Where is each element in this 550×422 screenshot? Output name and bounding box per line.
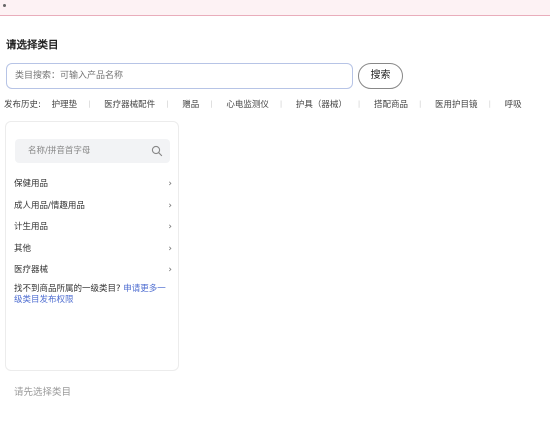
history-item[interactable]: 医疗器械配件 [104, 98, 155, 110]
category-item-other[interactable]: 其他 › [14, 242, 172, 264]
separator: | [166, 100, 169, 108]
category-filter-input[interactable]: 名称/拼音首字母 [15, 139, 170, 163]
category-item-label: 其他 [14, 243, 32, 254]
category-panel: 名称/拼音首字母 保健用品 › 成人用品/情趣用品 › 计生用品 › 其他 › … [5, 121, 179, 371]
history-item[interactable]: 赠品 [182, 98, 199, 110]
separator: | [418, 100, 422, 108]
separator: | [279, 100, 283, 108]
history-item[interactable]: 医用护目镜 [435, 98, 478, 110]
chevron-right-icon: › [168, 265, 172, 275]
category-notice: 找不到商品所属的一级类目? 申请更多一级类目发布权限 [14, 284, 174, 306]
page-title: 请选择类目 [6, 39, 59, 51]
category-filter-placeholder: 名称/拼音首字母 [28, 146, 91, 156]
history-item[interactable]: 呼吸 [505, 98, 522, 110]
category-item-medical-devices[interactable]: 医疗器械 › [14, 263, 172, 285]
publish-history: 发布历史: 护理垫 | 医疗器械配件 | 赠品 | 心电监测仪 | 护具（器械） | 搭配… [4, 98, 550, 112]
chevron-right-icon: › [168, 179, 172, 189]
history-label: 发布历史: [4, 100, 41, 110]
category-item-adult[interactable]: 成人用品/情趣用品 › [14, 199, 172, 221]
separator: | [488, 100, 491, 108]
separator: | [88, 100, 91, 108]
top-strip [0, 0, 550, 16]
history-item[interactable]: 护理垫 [52, 98, 78, 110]
search-button[interactable]: 搜索 [358, 63, 403, 89]
chevron-right-icon: › [168, 200, 172, 211]
category-list: 保健用品 › 成人用品/情趣用品 › 计生用品 › 其他 › 医疗器械 › [14, 177, 172, 285]
history-item[interactable]: 护具（器械） [296, 98, 347, 110]
notice-text: 找不到商品所属的一级类目? [14, 284, 121, 294]
history-item[interactable]: 心电监测仪 [226, 98, 269, 110]
category-item-health[interactable]: 保健用品 › [14, 177, 172, 199]
category-item-family-planning[interactable]: 计生用品 › [14, 220, 172, 242]
history-item[interactable]: 搭配商品 [374, 98, 408, 110]
top-strip-dot [3, 4, 6, 7]
separator: | [357, 100, 361, 108]
category-item-label: 成人用品/情趣用品 [14, 200, 85, 211]
search-icon [151, 145, 163, 157]
chevron-right-icon: › [168, 222, 172, 232]
separator: | [210, 100, 213, 108]
select-category-hint: 请先选择类目 [14, 387, 72, 398]
chevron-right-icon: › [168, 243, 172, 254]
category-item-label: 医疗器械 [14, 265, 49, 275]
category-item-label: 计生用品 [14, 222, 49, 232]
category-item-label: 保健用品 [14, 179, 49, 189]
category-search-input[interactable] [6, 63, 353, 89]
